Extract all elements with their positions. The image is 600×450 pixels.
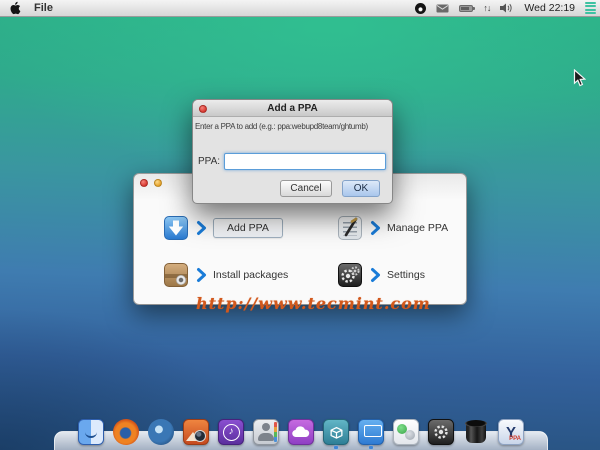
dock-item-icloud[interactable]: [288, 419, 314, 445]
dock-item-trash[interactable]: [463, 419, 489, 445]
network-arrows-icon[interactable]: ↑↓: [483, 3, 490, 13]
dock-item-itunes[interactable]: ♪: [218, 419, 244, 445]
dock-item-cydia[interactable]: [323, 419, 349, 445]
add-ppa-button[interactable]: Add PPA: [213, 218, 283, 238]
manage-ppa-button[interactable]: Manage PPA: [387, 222, 448, 234]
mouse-cursor: [573, 69, 586, 93]
dock-item-toggles[interactable]: [393, 419, 419, 445]
menu-item-file[interactable]: File: [34, 2, 53, 14]
window-minimize-button[interactable]: [154, 179, 162, 187]
dock-item-displays[interactable]: [358, 419, 384, 445]
chevron-right-icon: [370, 220, 381, 236]
install-packages-button[interactable]: Install packages: [213, 269, 288, 281]
volume-icon[interactable]: [500, 3, 514, 13]
action-settings: Settings: [338, 262, 425, 288]
cancel-button[interactable]: Cancel: [280, 180, 332, 197]
chevron-right-icon: [196, 220, 207, 236]
yppa-sub-label: PPA: [509, 436, 521, 442]
dock-item-contacts[interactable]: [253, 419, 279, 445]
dock-item-y-ppa-manager[interactable]: Y PPA: [498, 419, 524, 445]
dock-item-thunderbird[interactable]: [148, 419, 174, 445]
cydia-box-icon: [329, 425, 344, 440]
download-arrow-icon: [164, 216, 188, 240]
settings-button[interactable]: Settings: [387, 269, 425, 281]
tecmint-watermark: http://www.tecmint.com: [196, 294, 431, 313]
music-note-icon: ♪: [223, 424, 240, 441]
window-close-button[interactable]: [140, 179, 148, 187]
list-pencil-icon: [338, 216, 362, 240]
battery-icon[interactable]: [459, 5, 473, 12]
indicator-list-icon[interactable]: [585, 2, 596, 15]
ppa-input[interactable]: [224, 153, 386, 170]
dock-item-photos[interactable]: [183, 419, 209, 445]
gear-icon: [432, 423, 450, 441]
ppa-field-label: PPA:: [198, 156, 220, 167]
dialog-message: Enter a PPA to add (e.g.: ppa:webupd8tea…: [195, 122, 390, 131]
menu-bar-clock[interactable]: Wed 22:19: [524, 2, 575, 14]
dock-item-system-gears[interactable]: [428, 419, 454, 445]
chevron-right-icon: [196, 267, 207, 283]
action-add-ppa: Add PPA: [164, 215, 283, 241]
menu-bar: File ↑↓ Wed 22:19: [0, 0, 600, 17]
chevron-right-icon: [370, 267, 381, 283]
gears-icon: [338, 263, 362, 287]
desktop-wallpaper: File ↑↓ Wed 22:19 Add PPA: [0, 0, 600, 450]
apple-menu[interactable]: [9, 1, 21, 15]
dialog-titlebar[interactable]: Add a PPA: [193, 100, 392, 117]
action-manage-ppa: Manage PPA: [338, 215, 448, 241]
ok-button[interactable]: OK: [342, 180, 380, 197]
dialog-title: Add a PPA: [267, 103, 317, 114]
dock-item-finder[interactable]: [78, 419, 104, 445]
add-ppa-dialog: Add a PPA Enter a PPA to add (e.g.: ppa:…: [192, 99, 393, 204]
dock: ♪ Y PPA: [54, 419, 548, 445]
action-install-packages: Install packages: [164, 262, 288, 288]
apple-logo-icon: [9, 1, 21, 15]
cloud-icon: [292, 426, 310, 438]
package-box-icon: [164, 263, 188, 287]
dock-item-firefox[interactable]: [113, 419, 139, 445]
mail-icon[interactable]: [436, 4, 449, 13]
record-circle-icon[interactable]: [415, 3, 426, 14]
dialog-close-button[interactable]: [199, 105, 207, 113]
